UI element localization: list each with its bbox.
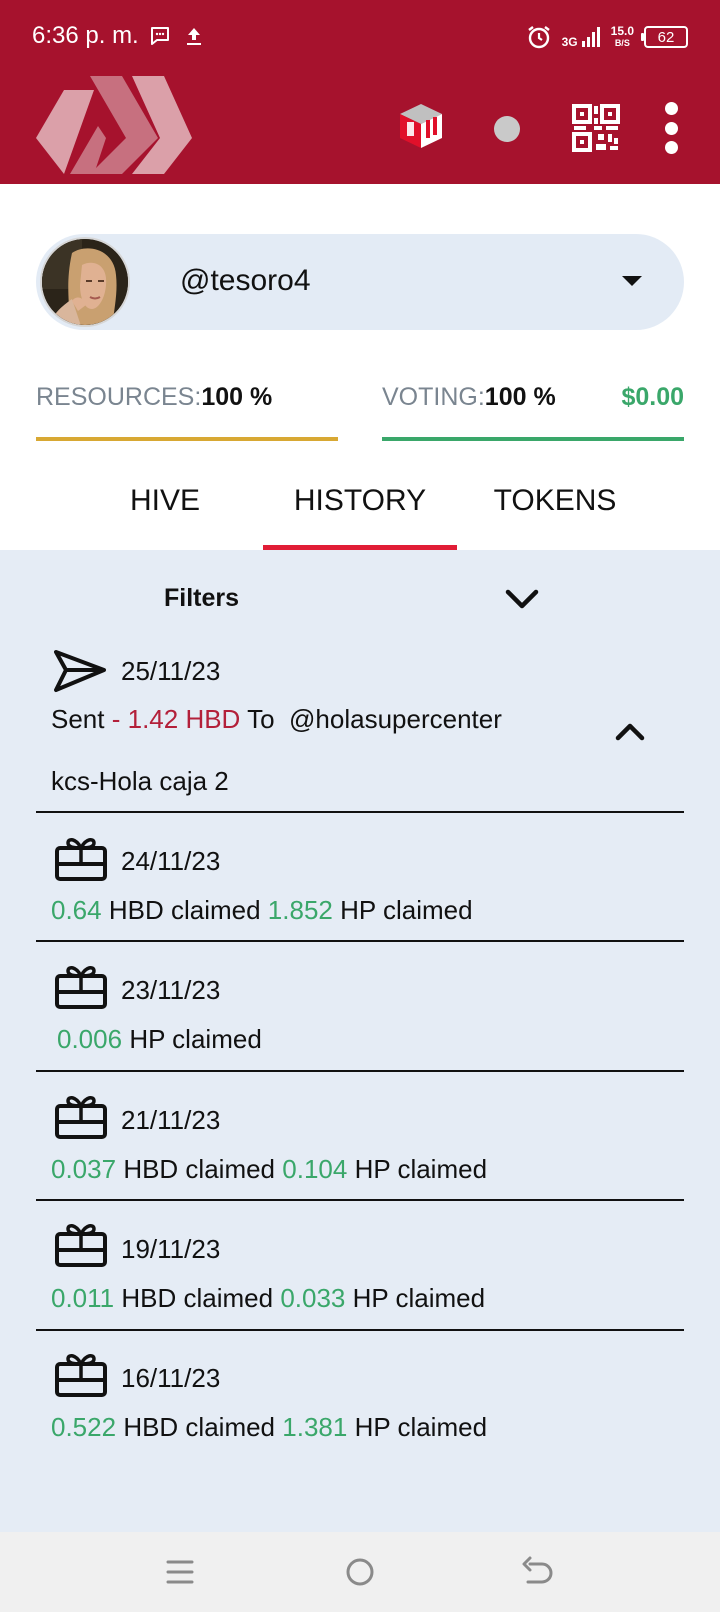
- transaction-date: 16/11/23: [121, 1363, 221, 1393]
- transfer-recipient: @holasupercenter: [289, 704, 502, 734]
- transaction-summary: 0.037 HBD claimed 0.104 HP claimed: [51, 1154, 488, 1184]
- battery-icon: 62: [641, 26, 688, 48]
- resources-bar: [36, 437, 338, 441]
- transaction-summary: Sent - 1.42 HBD To @holasupercenter: [51, 704, 502, 734]
- avatar[interactable]: [40, 237, 130, 327]
- upload-icon: [187, 28, 201, 45]
- chevron-down-icon[interactable]: [504, 584, 540, 612]
- transaction-summary: 0.011 HBD claimed 0.033 HP claimed: [51, 1283, 486, 1313]
- caret-down-icon[interactable]: [622, 276, 642, 286]
- tab-tokens[interactable]: TOKENS: [458, 484, 652, 518]
- resources-stat: RESOURCES:100 %: [36, 383, 272, 412]
- tab-hive[interactable]: HIVE: [68, 484, 262, 518]
- active-tab-indicator: [263, 545, 457, 550]
- divider: [36, 940, 684, 942]
- hive-logo-icon[interactable]: [34, 76, 194, 176]
- hbd-amount: 0.522: [51, 1412, 117, 1442]
- hp-amount: 0.033: [280, 1283, 346, 1313]
- gift-icon: [55, 1224, 107, 1267]
- transaction-summary: 0.64 HBD claimed 1.852 HP claimed: [51, 895, 473, 925]
- account-selector[interactable]: [36, 234, 684, 330]
- gift-icon: [55, 1354, 107, 1397]
- divider: [36, 1070, 684, 1072]
- transaction-date: 23/11/23: [121, 975, 221, 1005]
- divider: [36, 1329, 684, 1331]
- transaction-summary: 0.522 HBD claimed 1.381 HP claimed: [51, 1412, 488, 1442]
- gift-icon: [55, 1096, 107, 1139]
- account-username: @tesoro4: [180, 264, 311, 297]
- network-type: 3G: [561, 35, 578, 49]
- gift-icon: [55, 966, 107, 1009]
- gift-icon: [55, 838, 107, 881]
- voting-bar: [382, 437, 684, 441]
- hp-amount: 0.104: [282, 1154, 348, 1184]
- voting-label: VOTING:: [382, 383, 485, 411]
- resources-value: 100 %: [201, 383, 273, 411]
- voting-stat: VOTING:100 %: [382, 383, 556, 412]
- hp-amount: 1.852: [267, 895, 333, 925]
- status-notification-icons: [148, 22, 204, 50]
- network-speed: 15.0 B/S: [610, 24, 634, 48]
- transaction-summary: 0.006 HP claimed: [57, 1024, 262, 1054]
- status-bar: 6:36 p. m. 3G 15.0 B/S 62: [0, 0, 720, 72]
- battery-level: 62: [657, 28, 675, 46]
- transaction-memo: kcs-Hola caja 2: [51, 766, 229, 796]
- divider: [36, 811, 684, 813]
- chevron-up-icon[interactable]: [614, 720, 646, 744]
- hbd-amount: 0.037: [51, 1154, 117, 1184]
- transaction-date: 21/11/23: [121, 1105, 221, 1135]
- home-icon[interactable]: [342, 1554, 378, 1590]
- status-system-icons: 3G 15.0 B/S 62: [526, 22, 688, 52]
- system-nav-bar: [0, 1532, 720, 1612]
- transaction-date: 19/11/23: [121, 1234, 221, 1264]
- wallet-cube-icon[interactable]: [398, 102, 444, 150]
- vote-value-usd: $0.00: [621, 383, 684, 411]
- qr-code-icon[interactable]: [572, 104, 620, 152]
- recent-apps-icon[interactable]: [162, 1554, 198, 1590]
- hp-amount: 0.006: [57, 1024, 123, 1054]
- network-indicator: 3G: [562, 26, 601, 48]
- transfer-amount: - 1.42 HBD: [111, 704, 241, 734]
- divider: [36, 1199, 684, 1201]
- resources-label: RESOURCES:: [36, 383, 202, 411]
- status-dot-icon[interactable]: [494, 116, 520, 142]
- chat-bubble-icon: [151, 27, 169, 45]
- back-icon[interactable]: [520, 1554, 556, 1590]
- hbd-amount: 0.011: [51, 1283, 115, 1313]
- hbd-amount: 0.64: [51, 895, 102, 925]
- alarm-icon: [527, 26, 550, 49]
- transaction-date: 25/11/23: [121, 656, 221, 686]
- app-header: 6:36 p. m. 3G 15.0 B/S 62: [0, 0, 720, 184]
- tab-history[interactable]: HISTORY: [263, 484, 457, 518]
- send-icon: [54, 650, 106, 692]
- hp-amount: 1.381: [282, 1412, 348, 1442]
- transaction-date: 24/11/23: [121, 846, 221, 876]
- filters-label[interactable]: Filters: [164, 584, 239, 613]
- status-time: 6:36 p. m.: [32, 22, 139, 49]
- voting-value: 100 %: [484, 383, 556, 411]
- signal-icon: [581, 27, 600, 47]
- more-vert-icon[interactable]: [660, 102, 682, 154]
